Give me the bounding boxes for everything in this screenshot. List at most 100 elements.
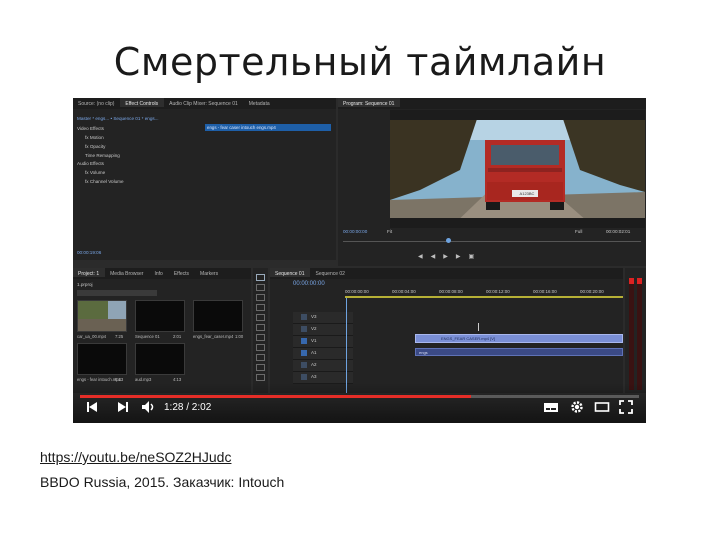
program-timecode-right: 00:00:02:01 <box>606 229 631 234</box>
effect-controls-tabs: Source: (no clip) Effect Controls Audio Cl… <box>73 98 336 109</box>
project-name: 1.prproj <box>77 282 93 287</box>
hand-tool-icon[interactable] <box>256 364 265 371</box>
tab-media-browser[interactable]: Media Browser <box>105 268 149 277</box>
previous-icon <box>87 402 97 412</box>
pen-tool-icon[interactable] <box>256 354 265 361</box>
fx-row-audio-effects: Audio Effects <box>77 161 104 166</box>
tab-effects[interactable]: Effects <box>169 268 195 277</box>
audio-clip-label: engs <box>419 350 428 355</box>
track-toggle-a1[interactable] <box>301 350 307 356</box>
theater-mode-icon <box>594 402 610 412</box>
slip-tool-icon[interactable] <box>256 334 265 341</box>
program-quality-select[interactable]: Full <box>575 229 582 234</box>
track-header-a2[interactable]: A2 <box>293 360 353 372</box>
export-frame-icon[interactable]: ▣ <box>469 254 483 260</box>
track-label-v1: V1 <box>311 338 317 343</box>
tab-source[interactable]: Source: (no clip) <box>73 98 120 107</box>
track-toggle-v2[interactable] <box>301 326 307 332</box>
selection-tool-icon[interactable] <box>256 274 265 281</box>
volume-icon <box>142 401 154 413</box>
project-thumbnail-5[interactable] <box>135 343 185 375</box>
track-toggle-a3[interactable] <box>301 374 307 380</box>
project-item-name-2: Sequence 01 <box>135 334 160 339</box>
program-transport-controls: ◀◀▶▶▣ <box>418 253 482 260</box>
tab-metadata[interactable]: Metadata <box>244 98 276 107</box>
track-label-a3: A3 <box>311 374 317 379</box>
track-toggle-v1[interactable] <box>301 338 307 344</box>
player-progress-track[interactable] <box>80 395 639 398</box>
track-toggle-v3[interactable] <box>301 314 307 320</box>
timeline-playhead[interactable] <box>346 298 347 393</box>
fx-row-volume[interactable]: fx Volume <box>85 170 105 175</box>
timeline-panel: Sequence 01 Sequence 02 00:00:00:00 00:00… <box>270 268 623 393</box>
tab-sequence-02[interactable]: Sequence 02 <box>310 268 350 277</box>
project-item-name-3: engs_fear_caser.mp4 <box>193 334 233 339</box>
video-player[interactable]: Source: (no clip) Effect Controls Audio Cl… <box>73 98 646 423</box>
razor-tool-icon[interactable] <box>256 324 265 331</box>
video-clip[interactable]: ENGS_FEAR CASER.mp4 [V] <box>415 334 623 343</box>
tools-panel <box>253 268 268 393</box>
project-item-duration-4: 0:13 <box>115 377 124 382</box>
track-header-a1[interactable]: A1 <box>293 348 353 360</box>
timeline-work-area-bar[interactable] <box>345 296 623 298</box>
next-button[interactable] <box>116 400 130 414</box>
video-link[interactable]: https://youtu.be/neSOZ2HJudc <box>40 449 231 465</box>
play-icon[interactable]: ▶ <box>443 254 456 260</box>
rolling-edit-tool-icon[interactable] <box>256 304 265 311</box>
track-select-tool-icon[interactable] <box>256 284 265 291</box>
ripple-edit-tool-icon[interactable] <box>256 294 265 301</box>
step-forward-icon[interactable]: ▶ <box>456 254 469 260</box>
ruler-label-0: 00:00:00:00 <box>345 289 369 294</box>
rate-stretch-tool-icon[interactable] <box>256 314 265 321</box>
audio-meter-right <box>637 278 642 390</box>
subtitles-button[interactable] <box>543 400 559 414</box>
project-thumbnail-4[interactable] <box>77 343 127 375</box>
project-search-input[interactable] <box>77 290 157 296</box>
program-playhead-track[interactable] <box>343 241 641 242</box>
audio-clip[interactable]: engs <box>415 348 623 356</box>
prev-button[interactable] <box>85 400 99 414</box>
program-video-frame <box>390 110 645 228</box>
track-header-v2[interactable]: V2 <box>293 324 353 336</box>
project-thumbnail-2[interactable] <box>135 300 185 332</box>
step-back-icon[interactable]: ◀ <box>431 254 444 260</box>
mark-in-icon[interactable]: ◀ <box>418 254 431 260</box>
ruler-label-2: 00:00:08:00 <box>439 289 463 294</box>
theater-mode-button[interactable] <box>594 400 610 414</box>
tab-project[interactable]: Project: 1 <box>73 268 106 277</box>
program-fit-select[interactable]: Fit <box>387 229 392 234</box>
project-item-name-5: aud.mp3 <box>135 377 152 382</box>
tab-markers[interactable]: Markers <box>195 268 224 277</box>
track-label-v3: V3 <box>311 314 317 319</box>
project-thumbnail-forest[interactable] <box>77 300 127 332</box>
fx-row-motion[interactable]: fx Motion <box>85 135 104 140</box>
tab-audio-clip-mixer[interactable]: Audio Clip Mixer: Sequence 01 <box>164 98 244 107</box>
fx-row-opacity[interactable]: fx Opacity <box>85 144 105 149</box>
ruler-label-4: 00:00:16:00 <box>533 289 557 294</box>
track-header-v1[interactable]: V1 <box>293 336 353 348</box>
project-thumbnail-3[interactable] <box>193 300 243 332</box>
player-time: 1:28 / 2:02 <box>164 402 212 413</box>
tab-info[interactable]: Info <box>149 268 168 277</box>
fullscreen-button[interactable] <box>619 400 633 414</box>
fullscreen-icon <box>619 400 633 414</box>
tab-program[interactable]: Program: Sequence 01 <box>338 98 401 107</box>
tab-effect-controls[interactable]: Effect Controls <box>120 98 165 107</box>
zoom-tool-icon[interactable] <box>256 374 265 381</box>
fx-row-time-remapping[interactable]: Time Remapping <box>85 153 120 158</box>
project-tabs: Project: 1 Media Browser Info Effects Marker… <box>73 268 251 279</box>
player-progress-fill <box>80 395 472 398</box>
clip-bar[interactable]: engs - fear caser intouch engs.mp4 <box>205 124 331 131</box>
fx-row-channel-volume[interactable]: fx Channel Volume <box>85 179 124 184</box>
project-panel: Project: 1 Media Browser Info Effects Marker… <box>73 268 251 393</box>
tab-sequence-01[interactable]: Sequence 01 <box>270 268 311 277</box>
slide-tool-icon[interactable] <box>256 344 265 351</box>
volume-button[interactable] <box>141 400 157 414</box>
program-monitor-tabs: Program: Sequence 01 <box>338 98 646 109</box>
track-label-a2: A2 <box>311 362 317 367</box>
settings-button[interactable] <box>570 400 584 414</box>
program-playhead[interactable] <box>446 238 451 243</box>
track-header-v3[interactable]: V3 <box>293 312 353 324</box>
track-toggle-a2[interactable] <box>301 362 307 368</box>
player-controls-gradient <box>73 383 646 423</box>
